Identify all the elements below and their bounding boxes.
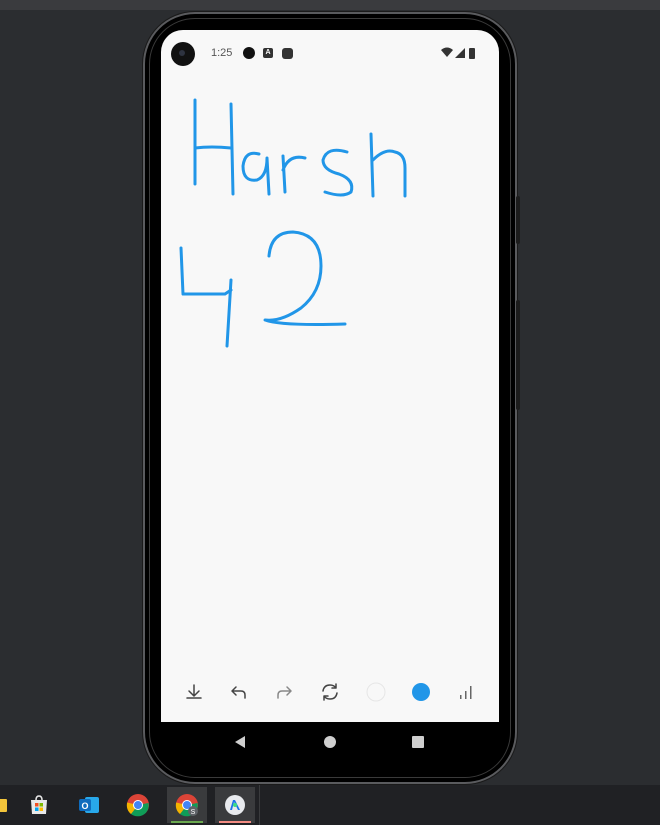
redo-button[interactable] xyxy=(270,678,298,706)
file-explorer-button[interactable] xyxy=(0,787,18,823)
stroke-a xyxy=(241,151,271,196)
svg-text:S: S xyxy=(191,809,196,816)
chrome-button[interactable] xyxy=(118,787,158,823)
chrome-profile-button[interactable]: S xyxy=(167,787,207,823)
power-button[interactable] xyxy=(516,196,520,244)
windows-taskbar: O S xyxy=(0,785,660,825)
microsoft-store-icon xyxy=(31,795,47,814)
white-circle-icon xyxy=(366,682,386,702)
stroke-width-icon xyxy=(460,686,472,699)
stroke-h-right xyxy=(229,102,235,196)
redo-icon xyxy=(277,686,292,699)
stroke-4-left xyxy=(179,246,233,296)
home-icon xyxy=(324,736,336,748)
download-button[interactable] xyxy=(180,678,208,706)
file-explorer-icon xyxy=(0,799,7,812)
undo-button[interactable] xyxy=(225,678,253,706)
drawing-toolbar xyxy=(161,674,499,710)
back-button[interactable] xyxy=(232,734,248,750)
recents-button[interactable] xyxy=(410,734,426,750)
recents-icon xyxy=(412,736,424,748)
stroke-2 xyxy=(263,230,347,326)
refresh-icon xyxy=(322,683,338,701)
android-nav-bar xyxy=(161,722,499,762)
active-indicator xyxy=(219,821,251,823)
blue-color-swatch[interactable] xyxy=(407,678,435,706)
volume-button[interactable] xyxy=(516,300,520,410)
blue-circle-icon xyxy=(412,683,430,701)
outlook-button[interactable]: O xyxy=(69,787,109,823)
outlook-icon: O xyxy=(79,797,99,813)
back-icon xyxy=(235,736,245,748)
download-icon xyxy=(186,684,202,699)
microsoft-store-button[interactable] xyxy=(19,787,59,823)
stroke-r xyxy=(281,154,307,194)
undo-icon xyxy=(231,686,246,699)
drawing-canvas[interactable] xyxy=(161,30,499,670)
svg-text:O: O xyxy=(81,801,88,811)
stroke-h-bar xyxy=(193,145,233,150)
refresh-button[interactable] xyxy=(316,678,344,706)
home-button[interactable] xyxy=(322,734,338,750)
android-studio-button[interactable] xyxy=(215,787,255,823)
stroke-h2-left xyxy=(369,132,375,198)
active-indicator xyxy=(171,821,203,823)
white-color-swatch[interactable] xyxy=(362,678,390,706)
window-top-strip xyxy=(0,0,660,10)
chrome-icon xyxy=(126,794,149,817)
taskbar-divider xyxy=(259,785,260,825)
stroke-h2-arch xyxy=(371,149,407,198)
chrome-profile-icon: S xyxy=(175,794,198,817)
android-studio-icon xyxy=(225,795,245,815)
stroke-width-button[interactable] xyxy=(452,678,480,706)
stroke-4-right xyxy=(225,278,233,348)
app-screen: 1:25 A xyxy=(161,30,499,722)
stroke-s xyxy=(321,148,354,197)
